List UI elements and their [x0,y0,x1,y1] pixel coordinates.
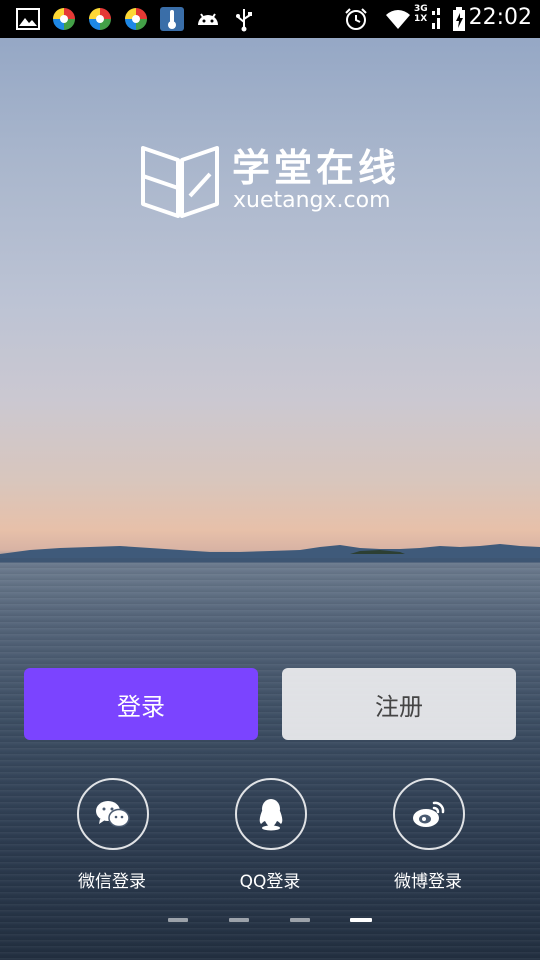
qq-icon [259,799,283,831]
weibo-login-label: 微博登录 [394,872,462,892]
weibo-icon-circle[interactable] [393,778,465,850]
alarm-icon [345,8,367,30]
weibo-login-button[interactable]: 微博登录 [373,778,483,898]
wechat-icon-circle[interactable] [77,778,149,850]
qq-login-button[interactable]: QQ登录 [215,778,325,898]
weibo-icon [413,801,445,827]
usb-icon [236,9,252,32]
status-bar: 3G 1X 22:02 [0,0,540,38]
page-indicator-dot-active[interactable] [350,918,372,922]
login-button[interactable]: 登录 [24,668,258,740]
logo-wordmark-cn: 学堂在线 [232,146,401,190]
logo-wordmark-domain: xuetangx.com [233,188,391,213]
image-icon [16,8,40,30]
splash-screen: 3G 1X 22:02 学堂在线 xuetangx.com 登录 注册 微信登录… [0,0,540,960]
android-icon [198,13,218,25]
thermometer-icon [160,7,184,31]
qq-login-label: QQ登录 [239,872,301,892]
wechat-icon [96,801,130,828]
app-icon [125,8,147,30]
clock-time: 22:02 [468,5,532,30]
wechat-login-label: 微信登录 [78,872,146,892]
page-indicator-dot[interactable] [168,918,188,922]
lake-water [0,562,540,960]
app-icon [89,8,111,30]
page-indicator-dot[interactable] [290,918,310,922]
page-indicator-dot[interactable] [229,918,249,922]
network-type-label: 3G 1X [414,4,428,24]
app-icon [53,8,75,30]
register-button[interactable]: 注册 [282,668,516,740]
xuetangx-logo-icon [141,146,219,218]
qq-icon-circle[interactable] [235,778,307,850]
wifi-icon [386,10,410,29]
wechat-login-button[interactable]: 微信登录 [57,778,167,898]
